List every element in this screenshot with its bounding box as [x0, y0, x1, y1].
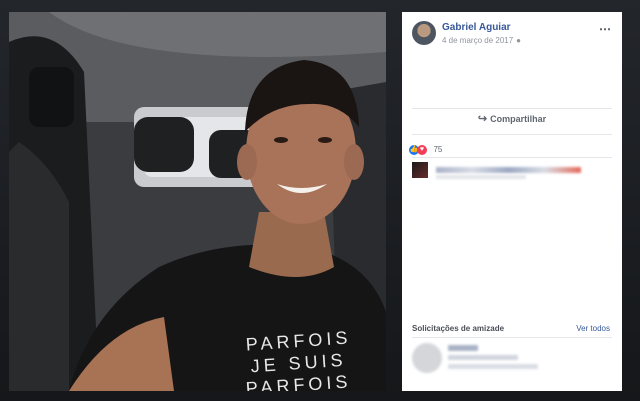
post-header: Gabriel Aguiar 4 de março de 2017 ● ⋯	[412, 21, 612, 51]
more-options-icon[interactable]: ⋯	[599, 22, 612, 36]
blurred-comment-text	[436, 175, 526, 179]
blurred-comment-text	[436, 167, 581, 173]
friend-requests-title: Solicitações de amizade	[412, 324, 505, 333]
author-name[interactable]: Gabriel Aguiar	[442, 22, 511, 33]
see-all-link[interactable]: Ver todos	[576, 324, 610, 333]
divider	[412, 134, 612, 135]
share-button[interactable]: ↪ Compartilhar	[402, 112, 622, 132]
commenter-avatar[interactable]	[412, 162, 428, 178]
comment-item	[412, 162, 612, 182]
divider	[412, 108, 612, 109]
globe-icon: ●	[516, 36, 522, 45]
blurred-friend-info	[448, 364, 538, 369]
reactions-summary[interactable]: 👍 ♥ 75	[409, 141, 443, 155]
post-photo: PARFOIS JE SUIS PARFOIS	[9, 12, 386, 391]
reaction-count: 75	[433, 145, 443, 155]
blurred-friend-info	[448, 355, 518, 360]
divider	[412, 337, 612, 338]
photo-viewer[interactable]: PARFOIS JE SUIS PARFOIS	[9, 12, 386, 391]
timestamp-text[interactable]: 4 de março de 2017	[442, 36, 513, 45]
share-label: Compartilhar	[490, 114, 547, 124]
blurred-friend-name	[448, 345, 478, 351]
friend-request-avatar[interactable]	[412, 343, 442, 373]
author-avatar[interactable]	[412, 21, 436, 45]
divider	[412, 157, 612, 158]
post-timestamp[interactable]: 4 de março de 2017 ●	[442, 36, 521, 45]
share-icon: ↪	[477, 113, 488, 125]
love-icon: ♥	[417, 144, 427, 155]
post-details-panel: Gabriel Aguiar 4 de março de 2017 ● ⋯ ↪ Co…	[402, 12, 622, 391]
